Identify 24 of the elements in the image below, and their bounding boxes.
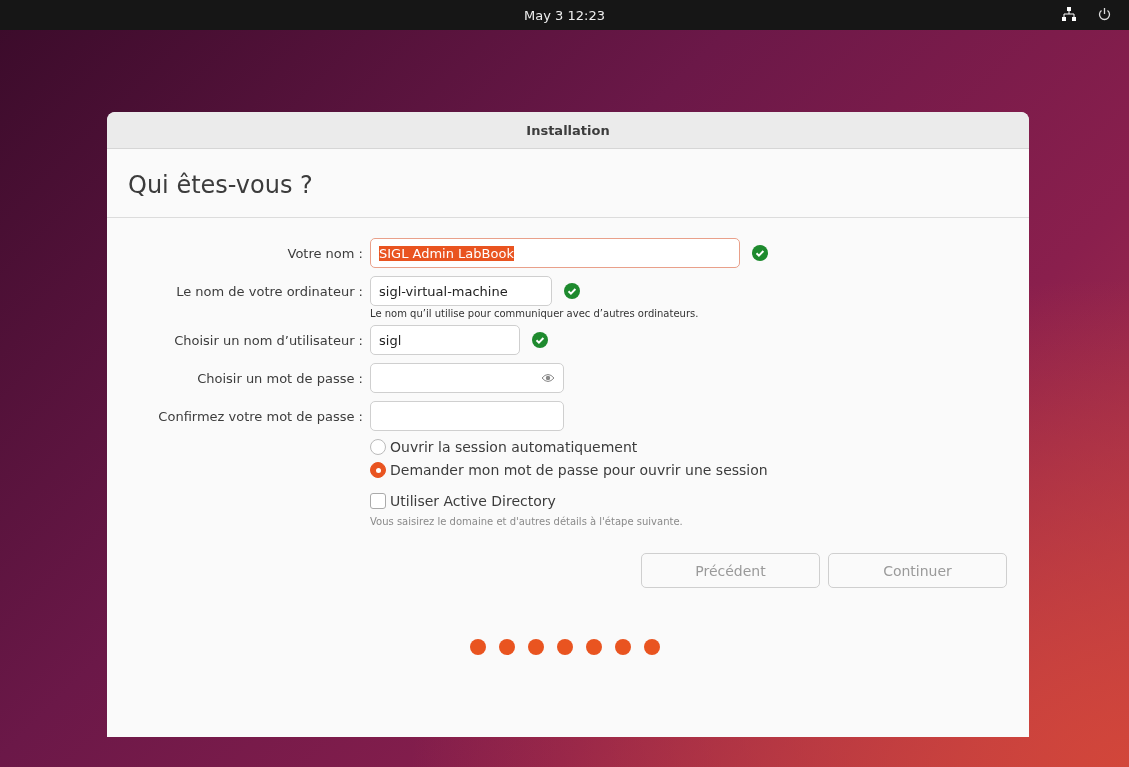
input-field[interactable]: sigl <box>370 325 520 355</box>
checkbox[interactable] <box>370 493 386 509</box>
clock[interactable]: May 3 12:23 <box>524 7 605 23</box>
radio-label[interactable]: Demander mon mot de passe pour ouvrir une session <box>390 462 768 478</box>
radio-label[interactable]: Ouvrir la session automatiquement <box>390 439 638 455</box>
password-field[interactable] <box>370 363 564 393</box>
field-label: Votre nom : <box>286 245 364 261</box>
input-field[interactable]: SIGL Admin LabBook <box>370 238 740 268</box>
field-label: Choisir un mot de passe : <box>196 370 364 386</box>
radio-button[interactable] <box>370 462 386 478</box>
power-icon[interactable] <box>1098 7 1111 21</box>
field-label: Le nom de votre ordinateur : <box>175 283 364 299</box>
window-title: Installation <box>107 112 1029 149</box>
input-field[interactable]: sigl-virtual-machine <box>370 276 552 306</box>
field-label: Confirmez votre mot de passe : <box>157 408 364 424</box>
field-label: Choisir un nom d’utilisateur : <box>173 332 364 348</box>
password-field[interactable] <box>370 401 564 431</box>
eye-icon[interactable] <box>541 373 555 383</box>
network-icon[interactable] <box>1062 7 1076 21</box>
radio-button[interactable] <box>370 439 386 455</box>
field-hint: Le nom qu’il utilise pour communiquer avec d’autres ordinateurs. <box>370 308 700 319</box>
help-text: Vous saisirez le domaine et d'autres détails à l'étape suivante. <box>370 516 684 527</box>
page-heading: Qui êtes-vous ? <box>107 149 1029 218</box>
checkbox-label[interactable]: Utiliser Active Directory <box>390 493 556 509</box>
